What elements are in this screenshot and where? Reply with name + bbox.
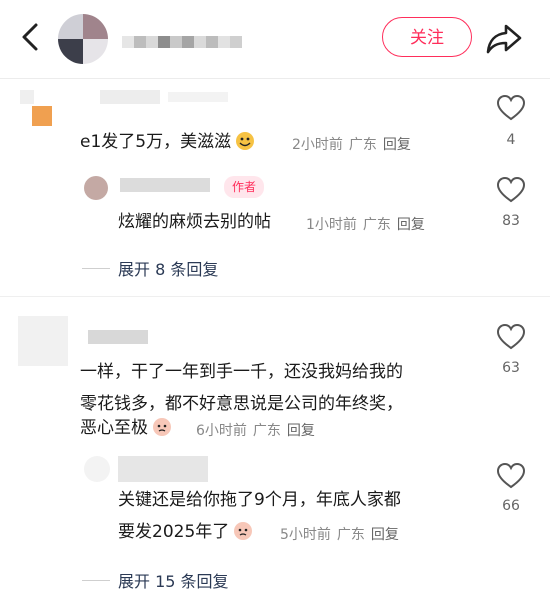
face-emoji-icon — [234, 522, 253, 540]
reply-link[interactable]: 回复 — [371, 527, 399, 543]
comment-line-last: 恶心至极 — [80, 412, 172, 445]
reply-time: 1小时前 — [306, 217, 357, 233]
commenter-avatar[interactable] — [18, 316, 68, 366]
reply-region: 广东 — [362, 217, 391, 233]
expand-line — [82, 579, 110, 581]
heart-icon[interactable] — [497, 463, 525, 489]
comment-region: 广东 — [348, 137, 377, 153]
like-count: 63 — [502, 360, 520, 376]
reply-meta: 5小时前 广东 回复 — [280, 524, 399, 544]
comment-divider — [0, 296, 550, 297]
like-count: 66 — [502, 498, 520, 514]
reply-name-pixelated[interactable] — [118, 456, 208, 482]
expand-replies-button[interactable]: 展开 15 条回复 — [82, 568, 229, 592]
reply-text: 炫耀的麻烦去别的帖 — [118, 212, 271, 232]
author-name-pixelated[interactable] — [122, 36, 242, 48]
author-badge: 作者 — [224, 176, 265, 198]
reply-line-last: 要发2025年了 — [118, 516, 253, 549]
heart-icon[interactable] — [497, 324, 525, 350]
comment-meta: 2小时前 广东 回复 — [292, 134, 411, 154]
share-icon[interactable] — [484, 20, 524, 56]
reply-name-pixelated[interactable] — [120, 178, 210, 192]
reply-avatar[interactable] — [84, 176, 108, 200]
reply-link[interactable]: 回复 — [383, 137, 411, 153]
commenter-name-blur — [168, 92, 228, 102]
like-count: 83 — [502, 213, 520, 229]
avatar-blur-fragment — [20, 90, 34, 104]
reply-line: 关键还是给你拖了9个月，年底人家都 — [118, 490, 401, 510]
back-arrow-icon[interactable] — [18, 22, 44, 52]
reply-region: 广东 — [336, 527, 365, 543]
reply-meta: 1小时前 广东 回复 — [306, 214, 425, 234]
comment-region: 广东 — [252, 423, 281, 439]
comment-meta: 6小时前 广东 回复 — [196, 420, 315, 440]
commenter-name-pixelated[interactable] — [100, 90, 160, 104]
comment-time: 2小时前 — [292, 137, 343, 153]
expand-line — [82, 267, 110, 269]
heart-icon[interactable] — [497, 95, 525, 121]
author-avatar[interactable] — [58, 14, 108, 64]
commenter-avatar[interactable] — [32, 106, 52, 126]
like-count: 4 — [506, 132, 516, 148]
reply-link[interactable]: 回复 — [287, 423, 315, 439]
follow-button[interactable]: 关注 — [382, 17, 472, 57]
reply-link[interactable]: 回复 — [397, 217, 425, 233]
expand-label: 展开 15 条回复 — [118, 572, 229, 591]
reply-time: 5小时前 — [280, 527, 331, 543]
comment-time: 6小时前 — [196, 423, 247, 439]
heart-icon[interactable] — [497, 177, 525, 203]
face-emoji-icon — [153, 418, 171, 436]
reply-avatar[interactable] — [84, 456, 110, 482]
expand-label: 展开 8 条回复 — [118, 260, 219, 279]
commenter-name-pixelated[interactable] — [88, 330, 148, 344]
comment-line: 一样，干了一年到手一千，还没我妈给我的 — [80, 362, 403, 382]
face-emoji-icon — [236, 132, 255, 150]
comment-text: e1发了5万，美滋滋 — [80, 126, 255, 159]
expand-replies-button[interactable]: 展开 8 条回复 — [82, 256, 218, 280]
